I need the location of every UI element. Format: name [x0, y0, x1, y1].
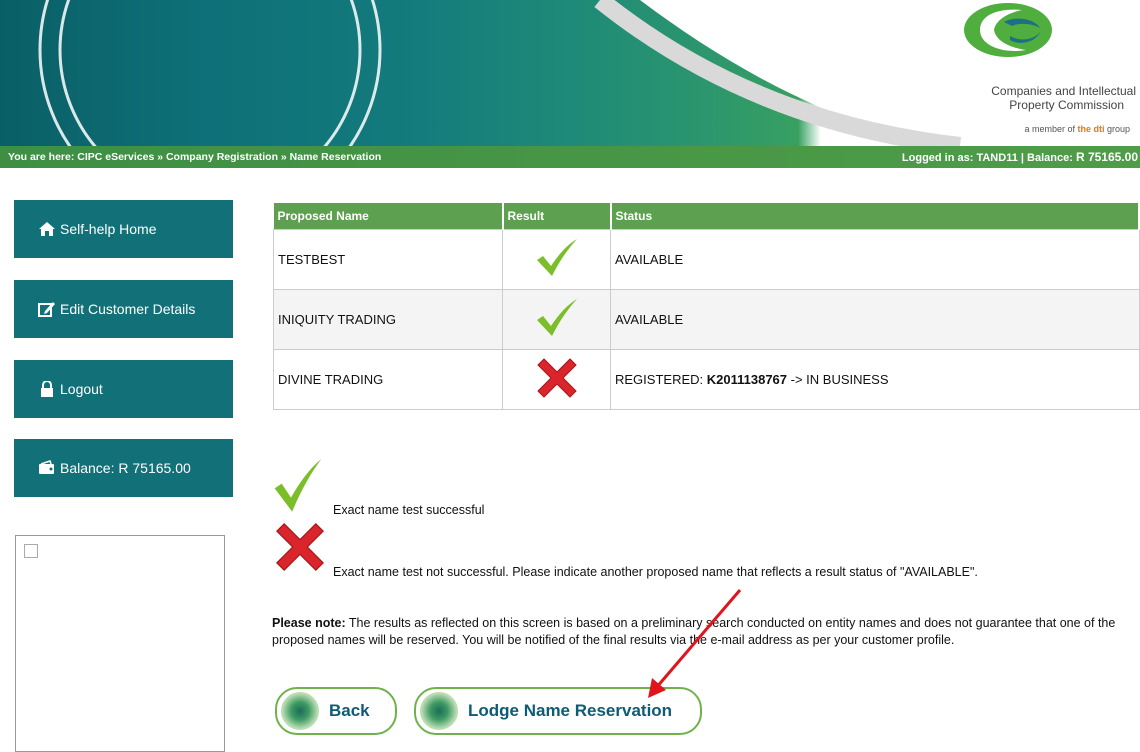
sidebar-item-label: Balance: R 75165.00 — [60, 460, 191, 476]
legend-check-icon — [274, 459, 322, 512]
button-orb-icon — [281, 692, 319, 730]
cipc-logo-mark-icon — [964, 3, 1052, 57]
status-cell: AVAILABLE — [610, 289, 1140, 350]
status-cell: AVAILABLE — [610, 229, 1140, 290]
column-header-proposed-name: Proposed Name — [273, 203, 504, 230]
login-status: Logged in as: TAND11 | Balance: R 75165.… — [901, 150, 1138, 164]
sidebar-item-label: Edit Customer Details — [60, 301, 196, 317]
cipc-logo: Companies and Intellectual Property Comm… — [960, 0, 1140, 146]
result-cell — [502, 229, 611, 290]
logo-title-line2: Property Commission — [1009, 98, 1124, 112]
result-cell — [502, 289, 611, 350]
broken-image-icon — [24, 544, 38, 558]
column-header-status: Status — [610, 203, 1140, 230]
sidebar-item-label: Self-help Home — [60, 221, 157, 237]
wallet-icon — [39, 460, 54, 474]
breadcrumb-bar: You are here: CIPC eServices » Company R… — [0, 146, 1140, 168]
back-button[interactable]: Back — [275, 687, 397, 735]
proposed-name-cell: INIQUITY TRADING — [273, 289, 503, 350]
legend-cross-icon — [276, 523, 324, 571]
status-cell: REGISTERED: K2011138767 -> IN BUSINESS — [610, 349, 1140, 410]
legend-fail-text: Exact name test not successful. Please i… — [333, 565, 978, 579]
logo-tagline: a member of the dti group — [1024, 124, 1130, 134]
lock-icon — [41, 381, 53, 397]
result-cell — [502, 349, 611, 410]
please-note-paragraph: Please note: The results as reflected on… — [272, 616, 1116, 647]
table-row: TESTBEST AVAILABLE — [273, 229, 1140, 290]
edit-icon — [38, 302, 55, 317]
breadcrumb: You are here: CIPC eServices » Company R… — [8, 151, 382, 163]
back-button-label: Back — [329, 701, 370, 720]
column-header-result: Result — [502, 203, 612, 230]
table-row: DIVINE TRADING REGISTERED: K2011138767 -… — [273, 349, 1140, 410]
check-icon — [536, 239, 577, 276]
lodge-button-label: Lodge Name Reservation — [468, 701, 673, 720]
sidebar-item-logout[interactable]: Logout — [14, 360, 233, 418]
sidebar-item-label: Logout — [60, 381, 103, 397]
sidebar-item-self-help-home[interactable]: Self-help Home — [14, 200, 233, 258]
header-banner: Companies and Intellectual Property Comm… — [0, 0, 1140, 146]
check-icon — [536, 299, 577, 336]
lodge-name-reservation-button[interactable]: Lodge Name Reservation — [414, 687, 702, 735]
sidebar-item-edit-customer-details[interactable]: Edit Customer Details — [14, 280, 233, 338]
proposed-name-cell: DIVINE TRADING — [273, 349, 503, 410]
name-results-table: Proposed Name Result Status TESTBEST AVA… — [273, 203, 1140, 410]
advert-placeholder — [15, 535, 225, 752]
button-orb-icon — [420, 692, 458, 730]
home-icon — [39, 222, 55, 236]
logo-title-line1: Companies and Intellectual — [991, 84, 1136, 98]
proposed-name-cell: TESTBEST — [273, 229, 503, 290]
sidebar-item-balance[interactable]: Balance: R 75165.00 — [14, 439, 233, 497]
legend-success-text: Exact name test successful — [333, 503, 485, 517]
cross-icon — [536, 358, 577, 398]
table-header-row: Proposed Name Result Status — [273, 203, 1140, 230]
table-row: INIQUITY TRADING AVAILABLE — [273, 289, 1140, 350]
